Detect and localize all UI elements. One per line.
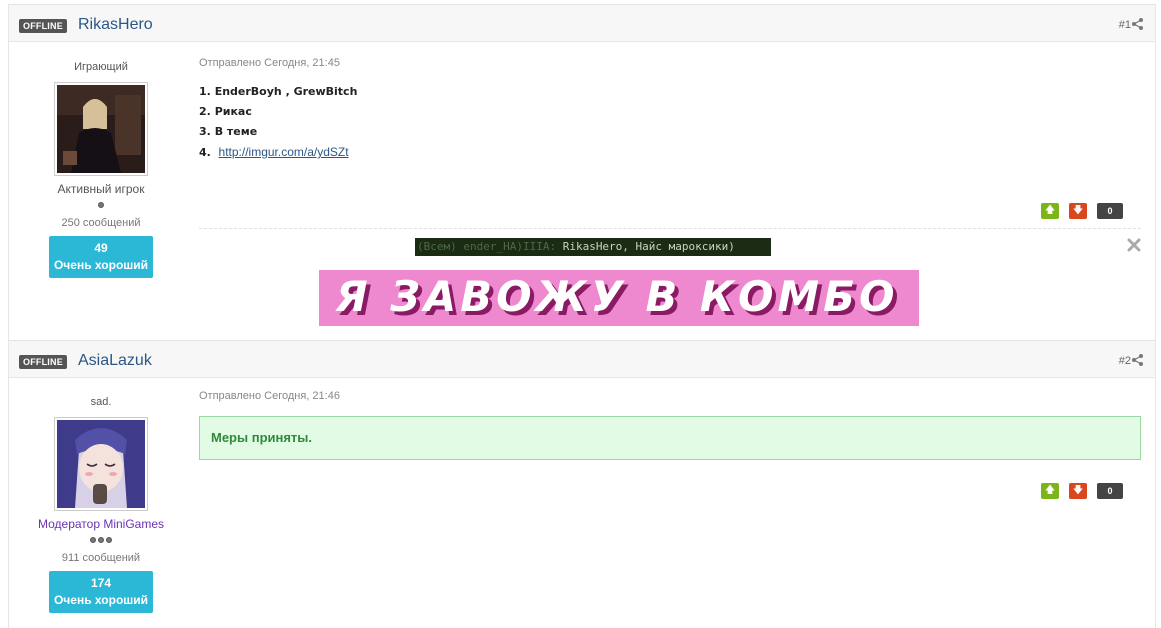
- vote-count: 0: [1097, 483, 1123, 499]
- chat-message: RikasHero, Найс мароксики): [556, 240, 735, 253]
- rank-pips: [9, 537, 193, 545]
- post-header: OFFLINE AsiaLazuk #2: [9, 340, 1155, 378]
- reputation-badge: 174 Очень хороший: [49, 571, 153, 613]
- reputation-label: Очень хороший: [53, 258, 149, 272]
- list-item: 1. EnderBoyh , GrewBitch: [199, 82, 1141, 102]
- vote-down-button[interactable]: 🡇: [1069, 483, 1087, 499]
- user-title: Играющий: [74, 61, 128, 73]
- rank-pip: [90, 537, 96, 543]
- post-list: 1. EnderBoyh , GrewBitch 2. Рикас 3. В т…: [199, 82, 1141, 163]
- signature-chat-line: (Всем) ender_HA)IIIA: RikasHero, Найс ма…: [415, 238, 771, 256]
- post-content: Отправлено Сегодня, 21:45 1. EnderBoyh ,…: [199, 56, 1141, 163]
- list-number: 3.: [199, 125, 211, 138]
- author-name-link[interactable]: AsiaLazuk: [78, 351, 152, 371]
- post-number-link[interactable]: #2: [1119, 354, 1131, 368]
- list-text: EnderBoyh , GrewBitch: [214, 85, 358, 98]
- post-date: Отправлено Сегодня, 21:45: [199, 57, 340, 69]
- signature-banner: Я ЗАВОЖУ В КОМБО Я ЗАВОЖУ В КОМБО: [319, 270, 919, 326]
- vote-bar: 🡅 🡇 0: [1041, 483, 1151, 499]
- list-number: 2.: [199, 105, 211, 118]
- banner-text: Я ЗАВОЖУ В КОМБО: [334, 272, 898, 321]
- post-header: OFFLINE RikasHero #1: [9, 4, 1155, 42]
- reputation-label: Очень хороший: [53, 593, 149, 607]
- group-name: Активный игрок: [57, 182, 145, 196]
- rank-pip: [106, 537, 112, 543]
- list-text: Рикас: [214, 105, 252, 118]
- list-number: 4.: [199, 146, 211, 159]
- share-icon[interactable]: [1132, 18, 1143, 30]
- arrow-up-icon: 🡅: [1044, 485, 1056, 496]
- post-date: Отправлено Сегодня, 21:46: [199, 390, 340, 402]
- reputation-badge: 49 Очень хороший: [49, 236, 153, 278]
- moderator-message: Меры приняты.: [199, 416, 1141, 460]
- arrow-down-icon: 🡇: [1072, 205, 1084, 216]
- vote-down-button[interactable]: 🡇: [1069, 203, 1087, 219]
- list-number: 1.: [199, 85, 211, 98]
- post-content: Отправлено Сегодня, 21:46 Меры приняты.: [199, 389, 1141, 460]
- rank-pip: [98, 537, 104, 543]
- arrow-down-icon: 🡇: [1072, 485, 1084, 496]
- rank-pips: [9, 202, 193, 210]
- post-2: OFFLINE AsiaLazuk #2 sad. Модератор Mini…: [8, 340, 1156, 628]
- post-count: 250 сообщений: [61, 217, 141, 229]
- share-icon[interactable]: [1132, 354, 1143, 366]
- list-item: 4. http://imgur.com/a/ydSZt: [199, 142, 1141, 163]
- list-item: 2. Рикас: [199, 102, 1141, 122]
- signature-divider: [199, 228, 1141, 229]
- reputation-value: 49: [94, 241, 108, 255]
- close-icon[interactable]: [1127, 238, 1141, 252]
- chat-prefix: (Всем) ender_HA)IIIA:: [417, 240, 557, 253]
- author-info: sad. Модератор MiniGames 911 сообщений 1…: [9, 395, 193, 613]
- vote-count: 0: [1097, 203, 1123, 219]
- post-count: 911 сообщений: [61, 552, 141, 564]
- rank-pip: [98, 202, 104, 208]
- author-name-link[interactable]: RikasHero: [78, 15, 153, 35]
- list-item: 3. В теме: [199, 122, 1141, 142]
- imgur-link[interactable]: http://imgur.com/a/ydSZt: [219, 145, 349, 159]
- post-number-link[interactable]: #1: [1119, 18, 1131, 32]
- list-text: В теме: [214, 125, 258, 138]
- user-title: sad.: [90, 396, 112, 408]
- arrow-up-icon: 🡅: [1044, 205, 1056, 216]
- avatar[interactable]: [54, 82, 148, 176]
- vote-up-button[interactable]: 🡅: [1041, 203, 1059, 219]
- vote-bar: 🡅 🡇 0: [1041, 203, 1151, 219]
- status-badge: OFFLINE: [19, 19, 67, 33]
- reputation-value: 174: [90, 576, 112, 590]
- group-name: Модератор MiniGames: [37, 517, 165, 531]
- author-info: Играющий Активный игрок 250 сообщений 49…: [9, 60, 193, 278]
- vote-up-button[interactable]: 🡅: [1041, 483, 1059, 499]
- status-badge: OFFLINE: [19, 355, 67, 369]
- avatar[interactable]: [54, 417, 148, 511]
- signature-banner-art: Я ЗАВОЖУ В КОМБО Я ЗАВОЖУ В КОМБО: [334, 272, 898, 325]
